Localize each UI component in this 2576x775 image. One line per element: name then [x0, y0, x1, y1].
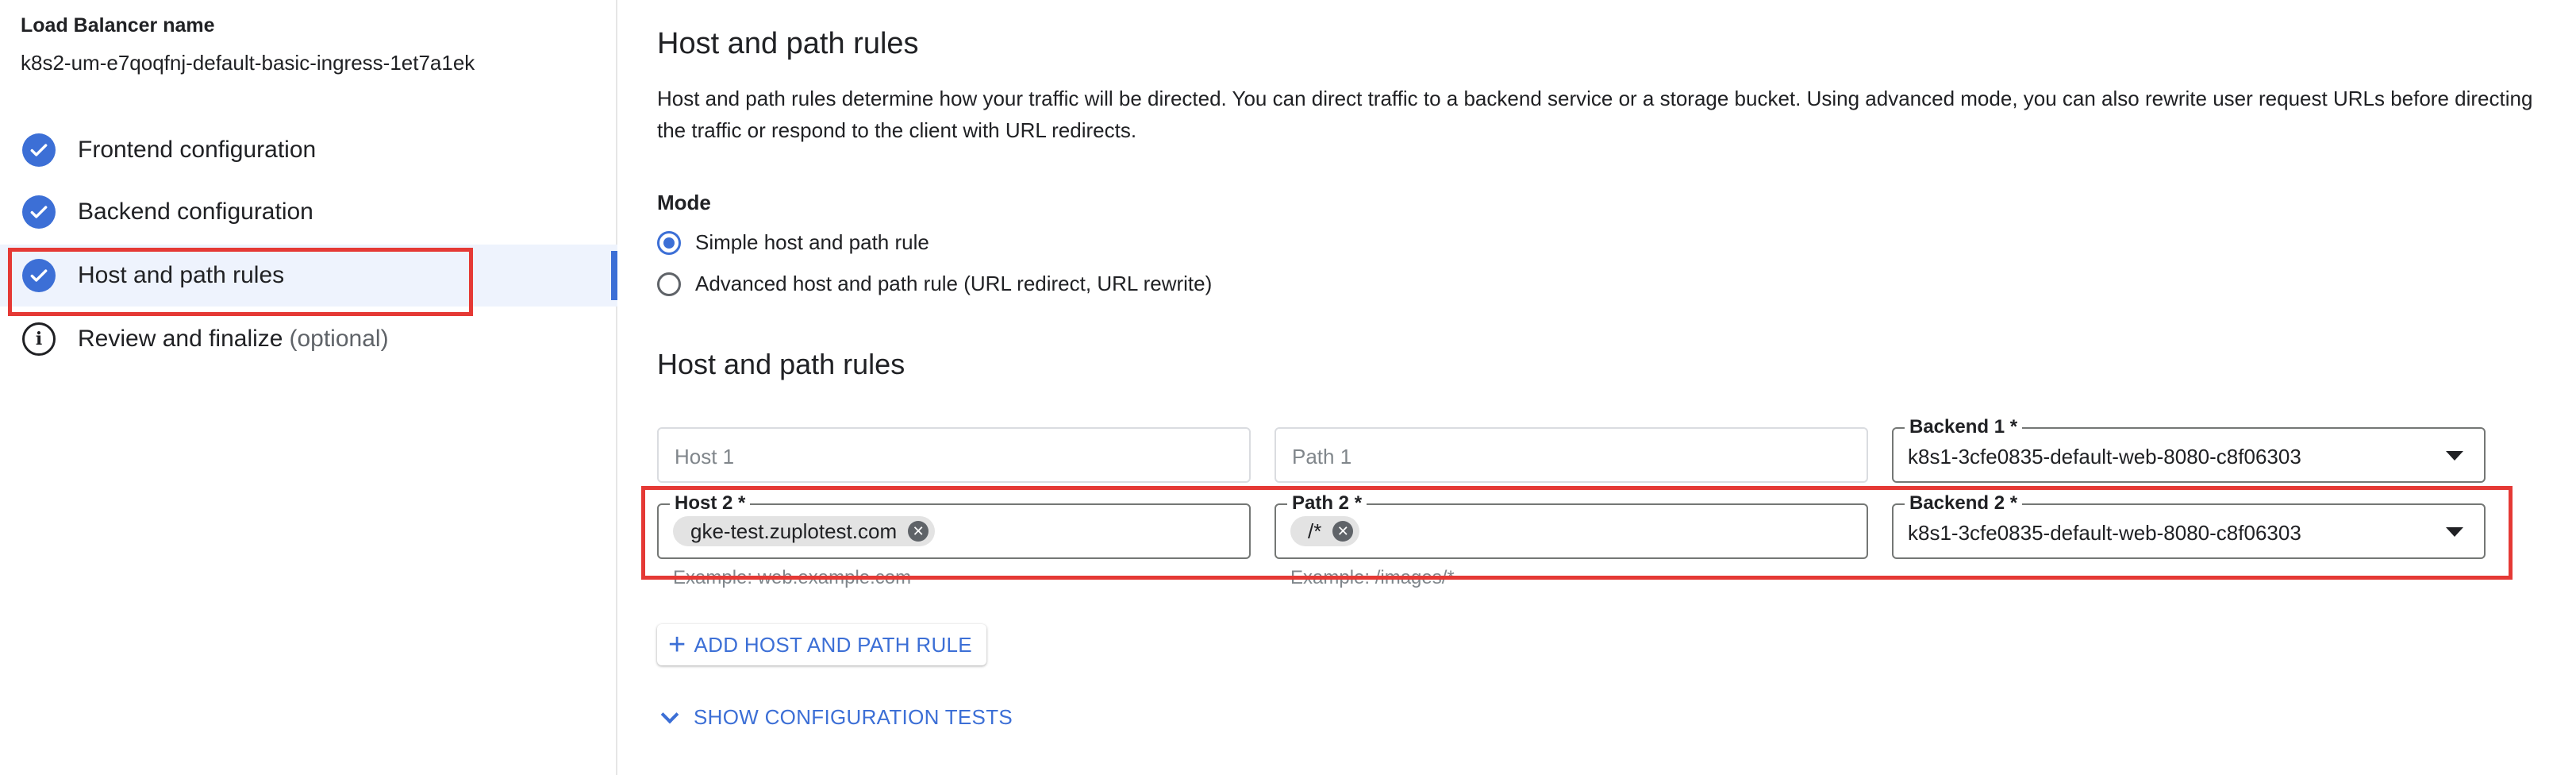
step-label: Backend configuration	[78, 199, 313, 225]
step-backend-configuration[interactable]: Backend configuration	[0, 181, 617, 243]
mode-label: Mode	[657, 191, 711, 214]
path-1-placeholder: Path 1	[1292, 445, 1352, 468]
lb-name-value: k8s2-um-e7qoqfnj-default-basic-ingress-1…	[21, 51, 475, 75]
step-label: Frontend configuration	[78, 137, 317, 163]
mode-option-label: Simple host and path rule	[695, 230, 929, 254]
radio-selected-icon[interactable]	[657, 230, 681, 255]
plus-icon: +	[668, 628, 686, 661]
dropdown-arrow-icon[interactable]	[2446, 451, 2463, 461]
optional-suffix: (optional)	[289, 326, 389, 352]
highlight-box-sidebar	[8, 248, 473, 316]
step-label: Review and finalize (optional)	[78, 326, 389, 352]
page-title: Host and path rules	[657, 27, 919, 60]
backend-1-label: Backend 1 *	[1905, 416, 2023, 438]
mode-option-advanced[interactable]: Advanced host and path rule (URL redirec…	[657, 272, 1212, 296]
backend-1-value: k8s1-3cfe0835-default-web-8080-c8f06303	[1908, 445, 2301, 468]
step-frontend-configuration[interactable]: Frontend configuration	[0, 119, 617, 181]
rules-section-title: Host and path rules	[657, 348, 905, 380]
check-circle-icon	[22, 195, 56, 229]
add-host-and-path-rule-button[interactable]: + ADD HOST AND PATH RULE	[657, 624, 986, 665]
lb-name-label: Load Balancer name	[21, 14, 215, 37]
step-review-and-finalize[interactable]: i Review and finalize (optional)	[0, 308, 617, 370]
page-description: Host and path rules determine how your t…	[657, 87, 2533, 142]
highlight-box-rule-2	[641, 486, 2513, 580]
info-icon: i	[22, 322, 56, 356]
add-rule-label: ADD HOST AND PATH RULE	[694, 632, 972, 657]
show-configuration-tests-link[interactable]: SHOW CONFIGURATION TESTS	[657, 705, 1013, 730]
sidebar: Load Balancer name k8s2-um-e7qoqfnj-defa…	[0, 0, 617, 775]
radio-unselected-icon[interactable]	[657, 272, 681, 296]
check-circle-icon	[22, 133, 56, 167]
path-1-input[interactable]: Path 1	[1275, 427, 1868, 483]
mode-option-simple[interactable]: Simple host and path rule	[657, 230, 929, 255]
chevron-down-icon	[660, 705, 679, 723]
host-1-placeholder: Host 1	[675, 445, 735, 468]
mode-option-label: Advanced host and path rule (URL redirec…	[695, 272, 1213, 295]
backend-1-select[interactable]: Backend 1 * k8s1-3cfe0835-default-web-80…	[1892, 416, 2486, 483]
host-1-input[interactable]: Host 1	[657, 427, 1251, 483]
show-tests-label: SHOW CONFIGURATION TESTS	[694, 705, 1013, 729]
